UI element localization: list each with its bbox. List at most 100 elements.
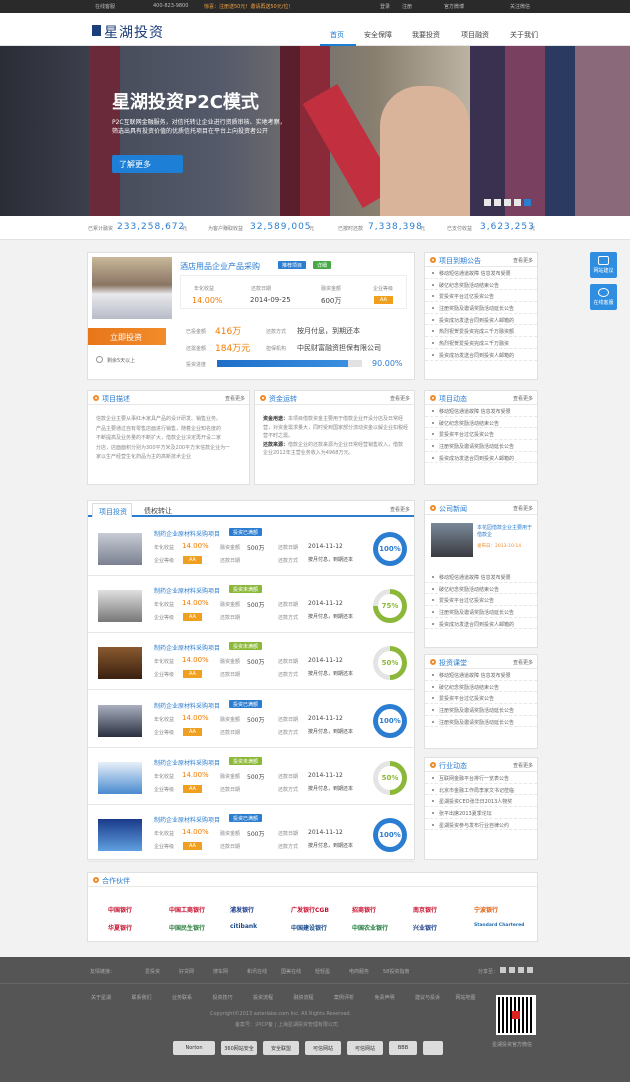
banner-dot-4[interactable]	[514, 199, 521, 206]
banner-dot-2[interactable]	[494, 199, 501, 206]
footer-link[interactable]: 联系我们	[132, 994, 152, 1001]
list-item[interactable]: 爱投资平台过亿投资公告	[425, 692, 537, 705]
login-link[interactable]: 登录	[380, 3, 390, 10]
project-row[interactable]: 制药企业原材料采购项目 投资未满额 年化收益 14.00% 企业等级 AA 融资金额 500万…	[88, 633, 414, 691]
friend-link[interactable]: 搜车网	[213, 968, 228, 975]
featured-project-image[interactable]	[92, 257, 172, 319]
friend-link[interactable]: 爱投资	[145, 968, 160, 975]
invest-now-button[interactable]: 立即投资	[88, 328, 166, 345]
project-name[interactable]: 制药企业原材料采购项目	[154, 643, 220, 652]
list-item[interactable]: 注册奖励及邀请奖励活动延长公告	[425, 440, 537, 452]
list-item[interactable]: 破亿纪念奖励活动结束公告	[425, 583, 537, 595]
partner-logo[interactable]: 华夏银行	[108, 923, 132, 932]
tabs-more-link[interactable]: 查看更多	[390, 506, 410, 513]
project-image[interactable]	[98, 590, 142, 623]
news-headline[interactable]: 本花园借款企业主要用于借款企	[477, 525, 535, 539]
project-name[interactable]: 制药企业原材料采购项目	[154, 586, 220, 595]
friend-link[interactable]: 轻轻盈	[315, 968, 330, 975]
partner-logo[interactable]: 南京银行	[413, 905, 437, 914]
list-item[interactable]: 投资成功发送合同到投资人邮箱的	[425, 349, 537, 361]
security-badge[interactable]: BBB	[389, 1041, 417, 1055]
banner-dot-3[interactable]	[504, 199, 511, 206]
friend-link[interactable]: 好贷网	[179, 968, 194, 975]
security-badge[interactable]: 安全联盟	[263, 1041, 299, 1055]
project-row[interactable]: 制药企业原材料采购项目 投资已满额 年化收益 14.00% 企业等级 AA 融资金额 500万…	[88, 519, 414, 576]
nav-home[interactable]: 首页	[330, 30, 344, 40]
list-item[interactable]: 星湖投资参与发布行业自律公约	[425, 819, 537, 831]
project-row[interactable]: 制药企业原材料采购项目 投资未满额 年化收益 14.00% 企业等级 AA 融资金额 500万…	[88, 576, 414, 634]
qq-share-icon[interactable]	[509, 967, 515, 973]
partner-logo[interactable]: 招商银行	[352, 905, 376, 914]
news-more-link[interactable]: 查看更多	[513, 505, 533, 512]
security-badge[interactable]: 360网站安全	[221, 1041, 257, 1055]
list-item[interactable]: 爱投资平台过亿投资公告	[425, 594, 537, 607]
friend-link[interactable]: 电商服务	[349, 968, 369, 975]
list-item[interactable]: 北京市金融工作局李家文书记莅临	[425, 784, 537, 796]
online-service-button[interactable]: 在线客服	[590, 284, 617, 310]
project-image[interactable]	[98, 761, 142, 794]
footer-link[interactable]: 业务联系	[172, 994, 192, 1001]
project-image[interactable]	[98, 819, 142, 851]
partner-logo[interactable]: 宁波银行	[474, 905, 498, 914]
funds-more-link[interactable]: 查看更多	[390, 395, 410, 402]
project-name[interactable]: 制药企业原材料采购项目	[154, 701, 220, 710]
list-item[interactable]: 热烈祝贺爱投资完成三千万融资	[425, 337, 537, 349]
list-item[interactable]: 热烈祝贺爱投资完成三千万融资额	[425, 325, 537, 338]
list-item[interactable]: 移动短信通道故障 信息发布受限	[425, 669, 537, 681]
project-image[interactable]	[98, 704, 142, 737]
project-name[interactable]: 制药企业原材料采购项目	[154, 815, 220, 824]
list-item[interactable]: 注册奖励及邀请奖励活动延长公告	[425, 716, 537, 728]
footer-link[interactable]: 投资技巧	[213, 994, 233, 1001]
friend-link[interactable]: 58投资指南	[383, 968, 409, 975]
list-item[interactable]: 投资成功发送合同到投资人邮箱的	[425, 618, 537, 630]
project-row[interactable]: 制药企业原材料采购项目 投资已满额 年化收益 14.00% 企业等级 AA 融资金额 500万…	[88, 691, 414, 748]
security-badge[interactable]: Norton	[173, 1041, 215, 1055]
wechat-link[interactable]: 关注微信	[510, 3, 530, 10]
partner-logo[interactable]: 中国民生银行	[169, 923, 205, 932]
renren-share-icon[interactable]	[518, 967, 524, 973]
security-badge[interactable]: 可信网站	[347, 1041, 383, 1055]
project-name[interactable]: 制药企业原材料采购项目	[154, 529, 220, 538]
partner-logo[interactable]: 中国工商银行	[169, 905, 205, 914]
banner-dot-5[interactable]	[524, 199, 531, 206]
featured-title[interactable]: 酒店用品企业产品采购	[180, 261, 260, 272]
project-row[interactable]: 制药企业原材料采购项目 投资已满额 年化收益 14.00% 企业等级 AA 融资金额 500万…	[88, 805, 414, 862]
tab-project-invest[interactable]: 项目投资	[92, 503, 132, 517]
security-badge[interactable]: 可信网站	[305, 1041, 341, 1055]
tab-debt-transfer[interactable]: 债权转让	[144, 506, 172, 516]
nav-invest[interactable]: 我要投资	[412, 30, 440, 40]
list-item[interactable]: 移动短信通道故障 信息发布受限	[425, 405, 537, 417]
list-item[interactable]: 破亿纪念奖励活动结束公告	[425, 681, 537, 693]
footer-link[interactable]: 投资流程	[253, 994, 273, 1001]
footer-link[interactable]: 网站地图	[456, 994, 476, 1001]
partner-logo[interactable]: 中国银行	[108, 905, 132, 914]
list-item[interactable]: 移动短信通道故障 信息发布受限	[425, 267, 537, 279]
footer-link[interactable]: 免责声明	[375, 994, 395, 1001]
learn-more-button[interactable]: 了解更多	[112, 155, 183, 173]
detail-tag[interactable]: 详细	[313, 261, 332, 269]
partner-logo[interactable]: 浦发银行	[230, 905, 254, 914]
course-more-link[interactable]: 查看更多	[513, 659, 533, 666]
list-item[interactable]: 星湖投资CEO张华日2013人物奖	[425, 795, 537, 808]
footer-link[interactable]: 案例评析	[334, 994, 354, 1001]
partner-logo[interactable]: 兴业银行	[413, 923, 437, 932]
logo[interactable]: 星湖投资	[92, 22, 172, 41]
project-row[interactable]: 制药企业原材料采购项目 投资未满额 年化收益 14.00% 企业等级 AA 融资金额 500万…	[88, 748, 414, 805]
list-item[interactable]: 破亿纪念奖励活动结束公告	[425, 417, 537, 429]
partner-logo[interactable]: Standard Chartered	[474, 923, 524, 928]
weibo-share-icon[interactable]	[500, 967, 506, 973]
online-service-link[interactable]: 在线客服	[95, 3, 115, 10]
site-advice-button[interactable]: 网站建议	[590, 252, 617, 278]
more-share-icon[interactable]	[527, 967, 533, 973]
project-name[interactable]: 制药企业原材料采购项目	[154, 758, 220, 767]
list-item[interactable]: 爱投资平台过亿投资公告	[425, 428, 537, 441]
list-item[interactable]: 移动短信通道故障 信息发布受限	[425, 571, 537, 583]
nav-security[interactable]: 安全保障	[364, 30, 392, 40]
list-item[interactable]: 爱投资平台过亿投资公告	[425, 290, 537, 303]
list-item[interactable]: 张平出席2013夏季论坛	[425, 807, 537, 819]
notice-more-link[interactable]: 查看更多	[513, 257, 533, 264]
list-item[interactable]: 注册奖励及邀请奖励活动延长公告	[425, 606, 537, 618]
list-item[interactable]: 注册奖励及邀请奖励活动延长公告	[425, 704, 537, 716]
industry-more-link[interactable]: 查看更多	[513, 762, 533, 769]
friend-link[interactable]: 和讯在线	[247, 968, 267, 975]
